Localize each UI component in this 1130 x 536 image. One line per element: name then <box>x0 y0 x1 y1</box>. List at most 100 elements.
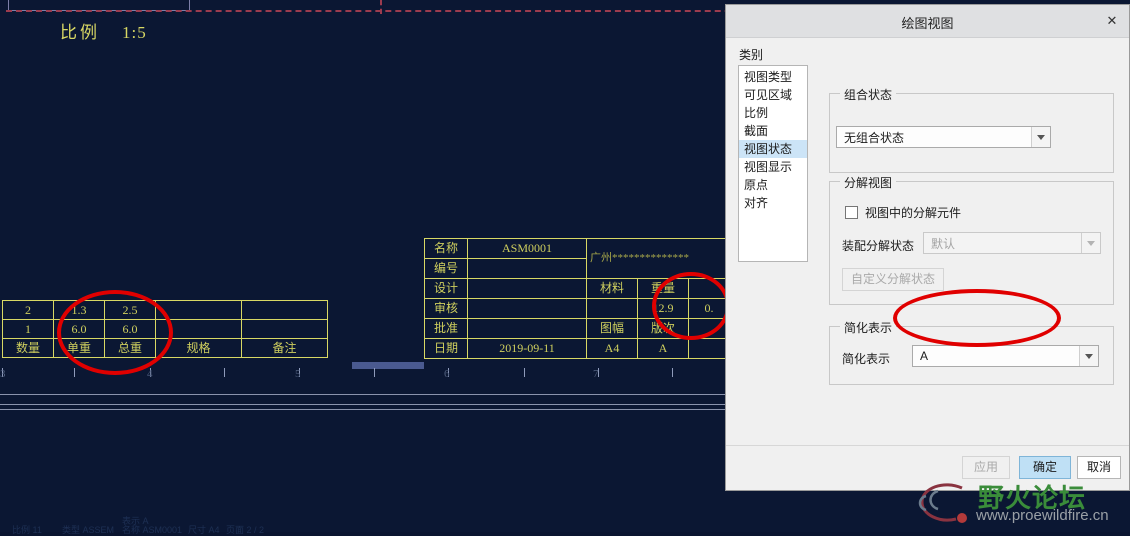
status-type: 类型 ASSEM <box>62 525 115 535</box>
titleblock-value-material <box>586 298 638 319</box>
title-block-table: 名称 ASM0001 广州************** 编号 设计 材料 重量 … <box>424 238 730 359</box>
simplified-rep-value: A <box>920 349 929 363</box>
category-label: 类别 <box>739 48 764 62</box>
ruler-divider-line <box>0 404 730 405</box>
combine-state-value: 无组合状态 <box>844 130 905 145</box>
header-spec: 规格 <box>155 338 242 358</box>
cell-remark <box>241 319 328 339</box>
close-icon[interactable]: ✕ <box>1103 12 1121 30</box>
category-item-visible-area[interactable]: 可见区域 <box>739 86 807 104</box>
simplified-rep-label: 简化表示 <box>842 352 891 366</box>
assembly-explode-state-label: 装配分解状态 <box>842 239 915 253</box>
category-item-alignment[interactable]: 对齐 <box>739 194 807 212</box>
category-item-scale[interactable]: 比例 <box>739 104 807 122</box>
table-row: 设计 材料 重量 <box>424 278 730 299</box>
table-row: 审核 12.9 0. <box>424 298 730 319</box>
category-item-origin[interactable]: 原点 <box>739 176 807 194</box>
status-name: 名称 ASM0001 <box>122 525 183 535</box>
category-item-section[interactable]: 截面 <box>739 122 807 140</box>
titleblock-label-name: 名称 <box>424 238 468 259</box>
cell-total-weight: 6.0 <box>104 319 156 339</box>
scale-value-text: 1:5 <box>122 23 147 42</box>
chevron-down-icon[interactable] <box>1081 233 1100 253</box>
titleblock-label-material: 材料 <box>586 278 638 299</box>
titleblock-label-number: 编号 <box>424 258 468 279</box>
titleblock-label-extra <box>688 278 730 299</box>
status-size: 尺寸 A4 <box>188 525 220 535</box>
cell-unit-weight: 1.3 <box>53 300 105 320</box>
category-item-view-states[interactable]: 视图状态 <box>739 140 807 158</box>
sheet-boundary-dashed-right <box>380 0 384 14</box>
ruler-tick-label: 5 <box>295 368 301 380</box>
titleblock-value-approve <box>467 318 587 339</box>
ruler-tick-label: 4 <box>147 368 153 380</box>
status-bar: 比例 11 类型 ASSEM 表示 A 名称 ASM0001 尺寸 A4 页面 … <box>0 506 1130 535</box>
table-header-row: 数量 单重 总重 规格 备注 <box>2 338 328 358</box>
custom-explode-state-button[interactable]: 自定义分解状态 <box>842 268 944 291</box>
cell-qty: 1 <box>2 319 54 339</box>
table-row: 1 6.0 6.0 <box>2 319 328 339</box>
titleblock-value-revision: A <box>637 338 689 359</box>
titleblock-value-extra: 0. <box>688 298 730 319</box>
titleblock-value-sheet: A4 <box>586 338 638 359</box>
apply-button[interactable]: 应用 <box>962 456 1010 479</box>
cell-remark <box>241 300 328 320</box>
titleblock-value-design <box>467 278 587 299</box>
cell-total-weight: 2.5 <box>104 300 156 320</box>
drawing-scale-note: 比例 1:5 <box>60 18 147 43</box>
dialog-titlebar[interactable]: 绘图视图 ✕ <box>726 5 1129 38</box>
status-scale: 比例 11 <box>12 525 42 535</box>
titleblock-label-date: 日期 <box>424 338 468 359</box>
titleblock-value-weight: 12.9 <box>637 298 689 319</box>
checkbox-icon[interactable] <box>845 206 858 219</box>
ruler-tick-label: 6 <box>444 368 450 380</box>
table-row: 日期 2019-09-11 A4 A <box>424 338 730 359</box>
header-total-weight: 总重 <box>104 338 156 358</box>
chevron-down-icon[interactable] <box>1031 127 1050 147</box>
titleblock-company: 广州************** <box>586 238 730 279</box>
ruler-divider-line <box>0 394 730 395</box>
parts-list-table: 2 1.3 2.5 1 6.0 6.0 数量 单重 总重 规格 备注 <box>2 300 328 358</box>
ruler-divider-line <box>0 409 730 410</box>
ruler-tick-label: 7 <box>593 368 599 380</box>
category-item-view-display[interactable]: 视图显示 <box>739 158 807 176</box>
titleblock-label-approve: 批准 <box>424 318 468 339</box>
exploded-view-group-title: 分解视图 <box>840 174 897 191</box>
titleblock-label-revision: 版次 <box>637 318 689 339</box>
header-qty: 数量 <box>2 338 54 358</box>
cell-spec <box>155 319 242 339</box>
scale-label-text: 比例 <box>60 23 100 42</box>
assembly-explode-state-combobox[interactable]: 默认 <box>923 232 1101 254</box>
status-page: 页面 2 / 2 <box>226 525 265 535</box>
drawing-ruler: 3 4 5 6 7 <box>0 368 730 388</box>
table-row: 名称 ASM0001 广州************** <box>424 238 730 279</box>
assembly-explode-state-value: 默认 <box>931 236 956 251</box>
chevron-down-icon[interactable] <box>1079 346 1098 366</box>
category-list[interactable]: 视图类型 可见区域 比例 截面 视图状态 视图显示 原点 对齐 <box>738 65 808 262</box>
titleblock-label-review: 审核 <box>424 298 468 319</box>
cell-qty: 2 <box>2 300 54 320</box>
cancel-button[interactable]: 取消 <box>1077 456 1121 479</box>
header-remark: 备注 <box>241 338 328 358</box>
combine-state-combobox[interactable]: 无组合状态 <box>836 126 1051 148</box>
titleblock-value-date: 2019-09-11 <box>467 338 587 359</box>
cell-unit-weight: 6.0 <box>53 319 105 339</box>
titleblock-value-name: ASM0001 <box>467 238 587 259</box>
table-row: 2 1.3 2.5 <box>2 300 328 320</box>
category-item-view-type[interactable]: 视图类型 <box>739 68 807 86</box>
ruler-tick-label: 3 <box>0 368 6 380</box>
drawing-view-dialog[interactable]: 绘图视图 ✕ 类别 视图类型 可见区域 比例 截面 视图状态 视图显示 原点 对… <box>725 4 1130 491</box>
table-row: 批准 图幅 版次 <box>424 318 730 339</box>
explode-components-checkbox-row[interactable]: 视图中的分解元件 <box>845 204 961 221</box>
simplified-rep-combobox[interactable]: A <box>912 345 1099 367</box>
cell-spec <box>155 300 242 320</box>
titleblock-value-review <box>467 298 587 319</box>
titleblock-label-weight: 重量 <box>637 278 689 299</box>
dialog-title: 绘图视图 <box>901 16 954 31</box>
combine-state-group-title: 组合状态 <box>840 86 897 103</box>
header-unit-weight: 单重 <box>53 338 105 358</box>
dialog-body: 类别 视图类型 可见区域 比例 截面 视图状态 视图显示 原点 对齐 组合状态 … <box>726 38 1129 448</box>
ok-button[interactable]: 确定 <box>1019 456 1071 479</box>
titleblock-value-extra2 <box>688 338 730 359</box>
dialog-footer: 应用 确定 取消 <box>726 445 1129 490</box>
